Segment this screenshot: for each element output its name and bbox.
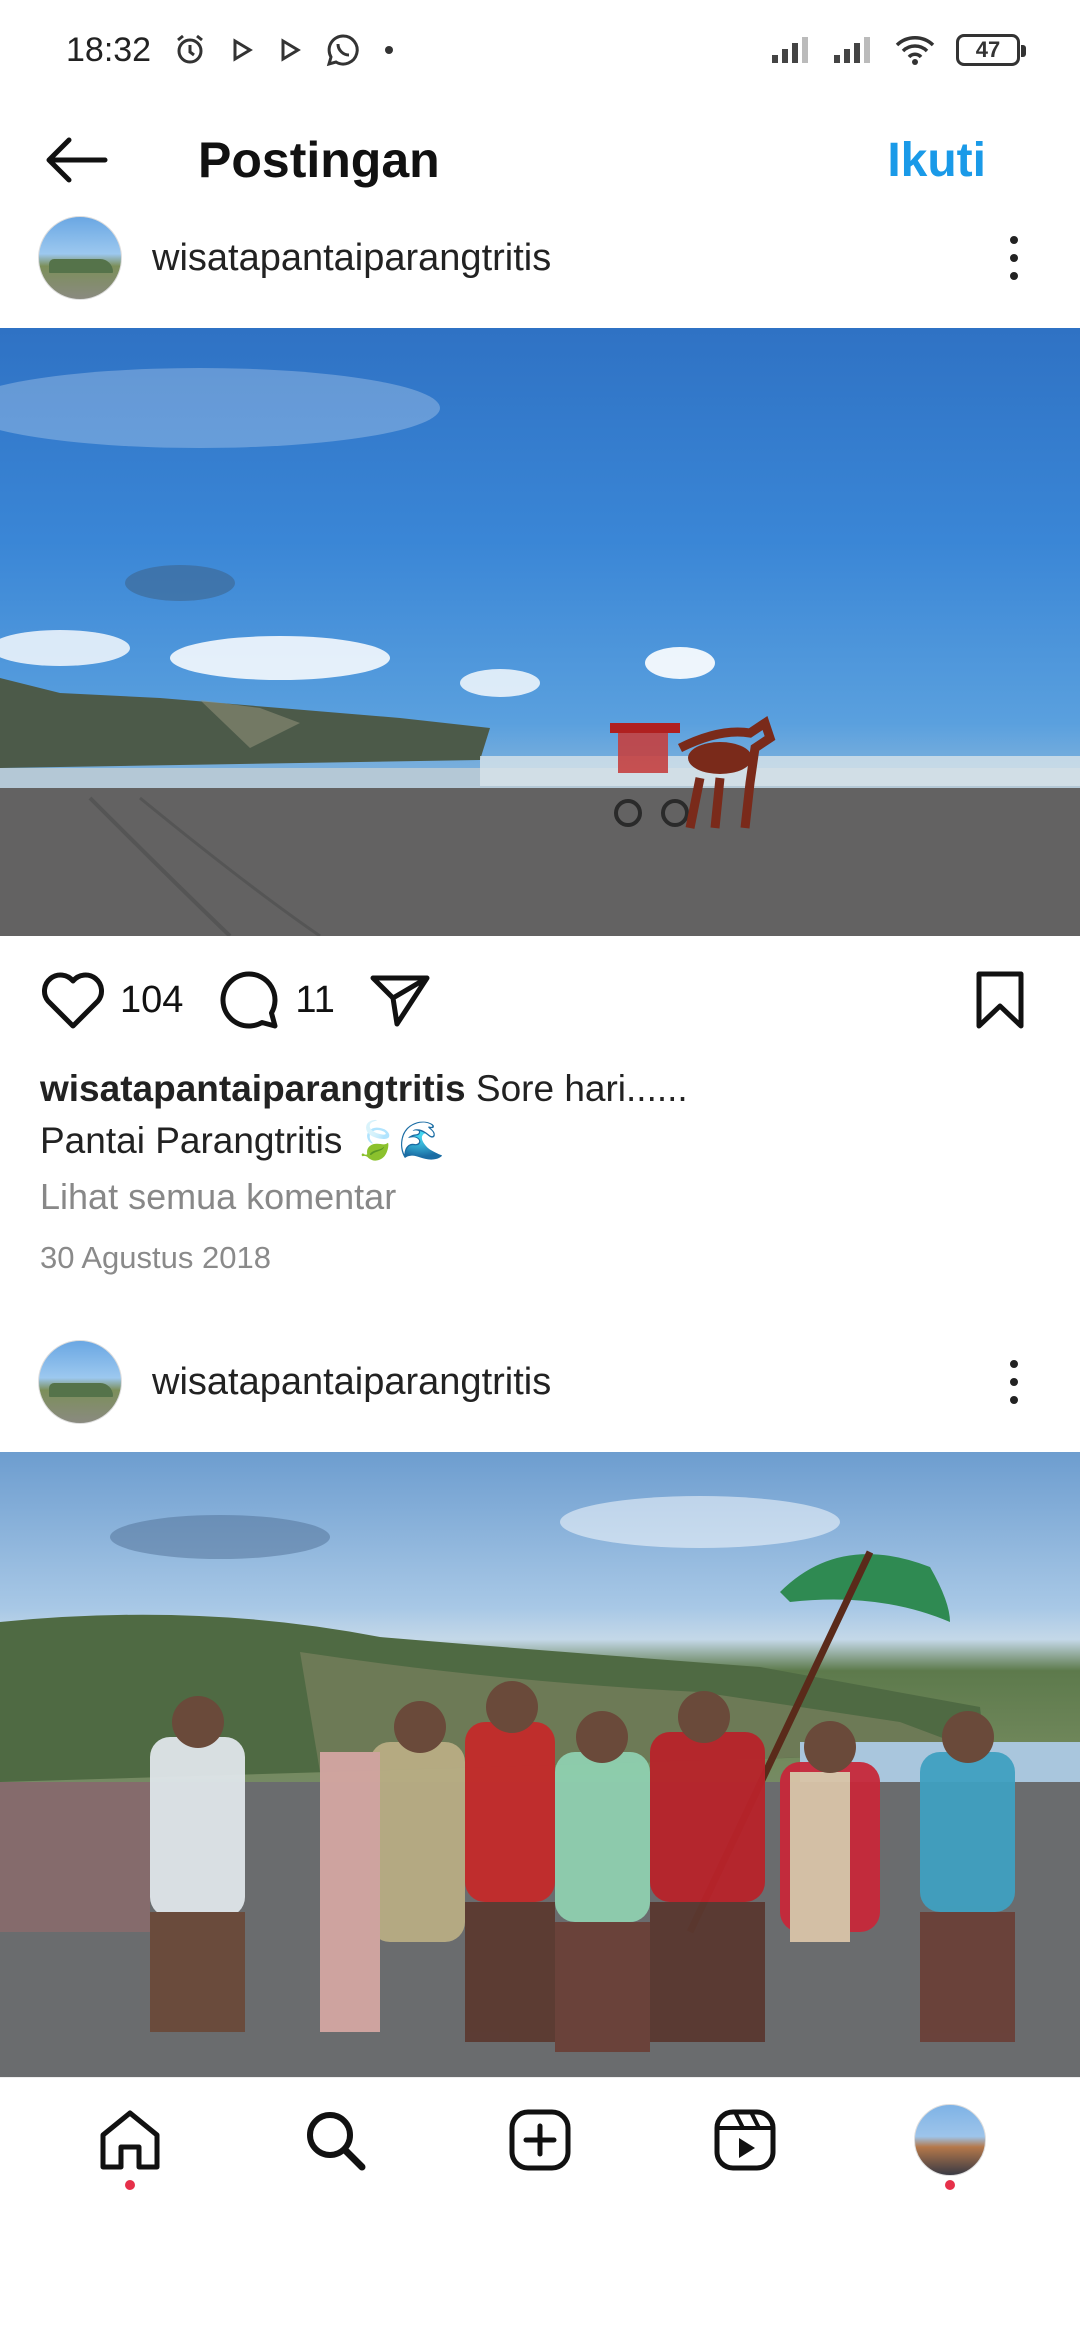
post-image[interactable]: [0, 328, 1080, 936]
alarm-icon: [177, 34, 204, 64]
beach-procession-photo: [0, 1496, 1080, 2077]
more-dot: [1010, 272, 1018, 280]
post-username[interactable]: wisatapantaiparangtritis: [152, 1361, 551, 1404]
caption-line-1: wisatapantaiparangtritis Sore hari......: [40, 1063, 1040, 1115]
status-system-icons: 47: [770, 34, 1026, 66]
nav-search[interactable]: [275, 2080, 395, 2200]
nav-home[interactable]: [70, 2080, 190, 2200]
comment-button[interactable]: 11: [217, 968, 335, 1032]
comment-icon: [220, 971, 278, 1029]
heart-icon: [42, 972, 104, 1029]
share-button[interactable]: [369, 972, 431, 1028]
more-dot: [1010, 236, 1018, 244]
post-header: wisatapantaiparangtritis: [0, 203, 1080, 313]
caption-line-2: Pantai Parangtritis 🍃🌊: [40, 1120, 445, 1161]
comment-count: 11: [295, 978, 335, 1021]
like-count: 104: [120, 978, 184, 1021]
notification-dot: [125, 2179, 136, 2190]
app-bar: Postingan Ikuti: [0, 100, 1080, 220]
more-options-button[interactable]: [994, 236, 1034, 280]
post-actions: 104 11: [0, 955, 1080, 1045]
post-header: wisatapantaiparangtritis: [0, 1327, 1080, 1437]
signal-icon: [772, 37, 808, 63]
beach-horse-cart-photo: [0, 368, 1080, 936]
dot-icon: [385, 46, 394, 54]
create-icon: [509, 2109, 571, 2170]
more-dot: [1010, 1396, 1018, 1404]
send-icon: [370, 975, 430, 1027]
play-icon: [281, 38, 302, 62]
like-button[interactable]: 104: [40, 970, 183, 1030]
reels-icon: [714, 2109, 776, 2170]
signal-icon: [834, 37, 870, 63]
play-icon: [233, 38, 254, 62]
search-icon: [307, 2111, 366, 2170]
post-date: 30 Agustus 2018: [40, 1240, 271, 1275]
caption-text: Sore hari......: [465, 1068, 688, 1109]
more-dot: [1010, 1378, 1018, 1386]
battery-icon: 47: [956, 34, 1026, 66]
more-dot: [1010, 1360, 1018, 1368]
nav-create[interactable]: [480, 2080, 600, 2200]
post-image[interactable]: [0, 1452, 1080, 2077]
more-options-button[interactable]: [994, 1360, 1034, 1404]
profile-avatar: [913, 2103, 986, 2176]
avatar[interactable]: [38, 1340, 122, 1424]
nav-reels[interactable]: [685, 2080, 805, 2200]
arrow-left-icon: [46, 137, 108, 183]
status-time: 18:32: [66, 30, 152, 69]
page-title: Postingan: [198, 132, 440, 188]
status-bar: 18:32 47: [0, 0, 1080, 100]
post-caption: wisatapantaiparangtritis Sore hari......…: [40, 1063, 1040, 1167]
more-dot: [1010, 254, 1018, 262]
whatsapp-icon: [326, 34, 359, 67]
follow-button[interactable]: Ikuti: [887, 133, 986, 188]
wifi-icon: [895, 36, 935, 65]
post-username[interactable]: wisatapantaiparangtritis: [152, 237, 551, 280]
home-icon: [100, 2110, 160, 2169]
bottom-navigation: [0, 2077, 1080, 2201]
back-button[interactable]: [40, 124, 112, 196]
caption-username[interactable]: wisatapantaiparangtritis: [40, 1068, 466, 1109]
status-notification-icons: [173, 32, 395, 68]
nav-profile[interactable]: [890, 2080, 1010, 2200]
battery-level: 47: [975, 37, 1001, 62]
view-all-comments-link[interactable]: Lihat semua komentar: [40, 1176, 396, 1218]
avatar[interactable]: [38, 216, 122, 300]
notification-dot: [944, 2179, 955, 2190]
save-button[interactable]: [974, 970, 1026, 1030]
bookmark-icon: [976, 971, 1024, 1029]
